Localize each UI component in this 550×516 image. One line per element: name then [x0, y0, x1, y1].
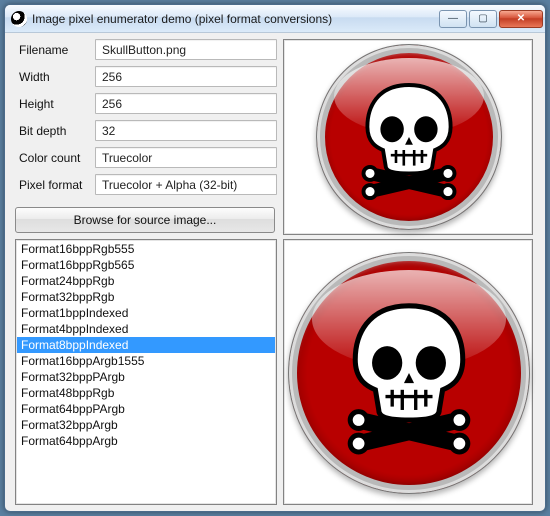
minimize-icon: — — [448, 13, 458, 24]
list-item[interactable]: Format48bppRgb — [17, 385, 275, 401]
properties-panel: Filename SkullButton.png Width 256 Heigh… — [15, 39, 277, 201]
close-button[interactable]: ✕ — [499, 10, 543, 28]
close-icon: ✕ — [517, 13, 525, 24]
row-filename: Filename SkullButton.png — [15, 39, 277, 60]
list-item[interactable]: Format1bppIndexed — [17, 305, 275, 321]
height-label: Height — [15, 97, 95, 111]
window-controls: — ▢ ✕ — [437, 10, 543, 28]
list-item[interactable]: Format64bppArgb — [17, 433, 275, 449]
maximize-icon: ▢ — [478, 13, 487, 24]
pixelformat-label: Pixel format — [15, 178, 95, 192]
colorcount-field[interactable]: Truecolor — [95, 147, 277, 168]
list-item[interactable]: Format16bppArgb1555 — [17, 353, 275, 369]
skull-icon — [344, 72, 474, 202]
skull-icon — [325, 289, 493, 457]
converted-image — [288, 252, 530, 494]
titlebar[interactable]: Image pixel enumerator demo (pixel forma… — [5, 5, 545, 33]
list-item[interactable]: Format32bppRgb — [17, 289, 275, 305]
client-area: Filename SkullButton.png Width 256 Heigh… — [11, 39, 539, 505]
width-field[interactable]: 256 — [95, 66, 277, 87]
list-item[interactable]: Format8bppIndexed — [17, 337, 275, 353]
source-image — [316, 44, 502, 230]
row-height: Height 256 — [15, 93, 277, 114]
colorcount-label: Color count — [15, 151, 95, 165]
window-title: Image pixel enumerator demo (pixel forma… — [32, 12, 437, 26]
row-colorcount: Color count Truecolor — [15, 147, 277, 168]
bitdepth-field[interactable]: 32 — [95, 120, 277, 141]
list-item[interactable]: Format24bppRgb — [17, 273, 275, 289]
height-field[interactable]: 256 — [95, 93, 277, 114]
filename-label: Filename — [15, 43, 95, 57]
list-item[interactable]: Format32bppArgb — [17, 417, 275, 433]
browse-button[interactable]: Browse for source image... — [15, 207, 275, 233]
app-window: Image pixel enumerator demo (pixel forma… — [4, 4, 546, 512]
yin-yang-icon — [11, 11, 27, 27]
source-image-panel — [283, 39, 533, 235]
list-item[interactable]: Format64bppPArgb — [17, 401, 275, 417]
width-label: Width — [15, 70, 95, 84]
maximize-button[interactable]: ▢ — [469, 10, 497, 28]
list-item[interactable]: Format4bppIndexed — [17, 321, 275, 337]
bitdepth-label: Bit depth — [15, 124, 95, 138]
pixelformat-field[interactable]: Truecolor + Alpha (32-bit) — [95, 174, 277, 195]
converted-image-panel — [283, 239, 533, 505]
row-width: Width 256 — [15, 66, 277, 87]
list-item[interactable]: Format16bppRgb555 — [17, 241, 275, 257]
format-listbox[interactable]: Format16bppRgb555Format16bppRgb565Format… — [15, 239, 277, 505]
list-item[interactable]: Format16bppRgb565 — [17, 257, 275, 273]
row-pixelformat: Pixel format Truecolor + Alpha (32-bit) — [15, 174, 277, 195]
list-item[interactable]: Format32bppPArgb — [17, 369, 275, 385]
filename-field[interactable]: SkullButton.png — [95, 39, 277, 60]
minimize-button[interactable]: — — [439, 10, 467, 28]
row-bitdepth: Bit depth 32 — [15, 120, 277, 141]
